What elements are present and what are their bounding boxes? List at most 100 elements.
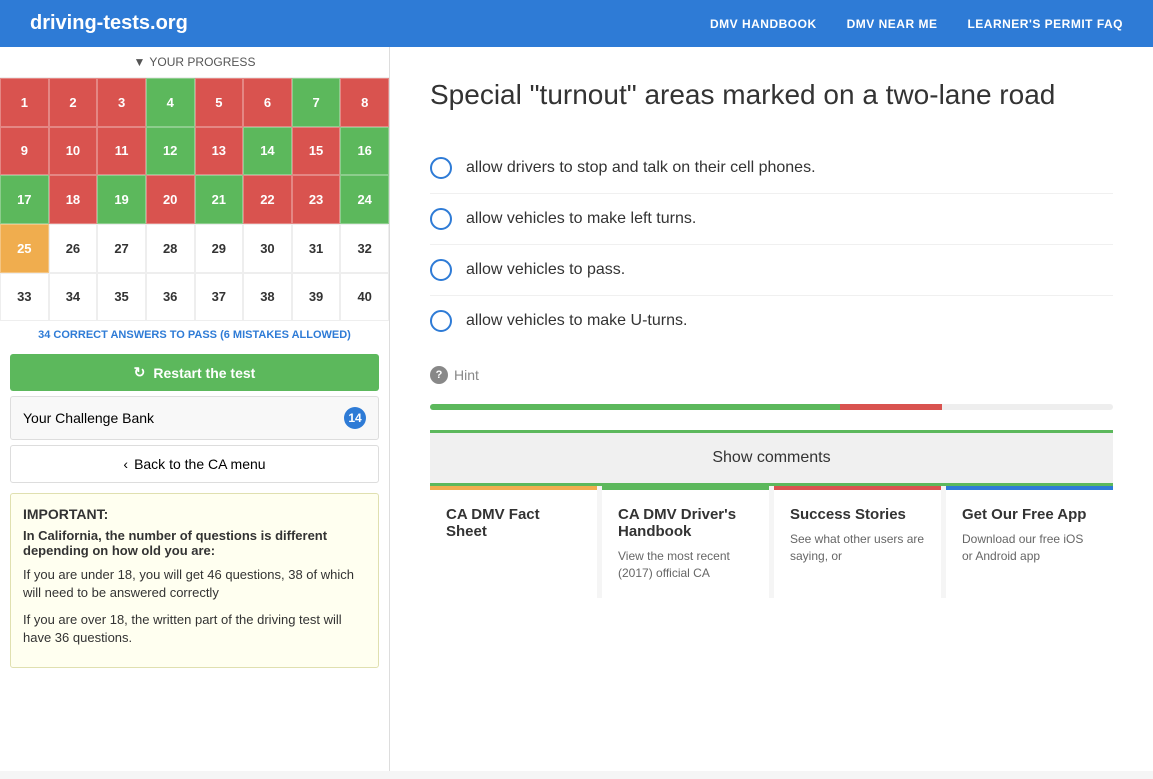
- radio-circle: [430, 259, 452, 281]
- back-menu-button[interactable]: ‹ Back to the CA menu: [10, 445, 379, 483]
- card-title: CA DMV Driver's Handbook: [618, 506, 753, 540]
- grid-cell[interactable]: 6: [243, 78, 292, 127]
- card-title: Get Our Free App: [962, 506, 1097, 523]
- card-text: Download our free iOS or Android app: [962, 531, 1097, 565]
- grid-cell[interactable]: 28: [146, 224, 195, 273]
- answer-options: allow drivers to stop and talk on their …: [430, 143, 1113, 346]
- grid-cell[interactable]: 23: [292, 175, 341, 224]
- progress-label: YOUR PROGRESS: [149, 55, 255, 69]
- progress-bar-green: [430, 404, 840, 410]
- grid-cell[interactable]: 24: [340, 175, 389, 224]
- answer-option-c[interactable]: allow vehicles to pass.: [430, 245, 1113, 296]
- grid-cell[interactable]: 38: [243, 273, 292, 322]
- question-grid: 1234567891011121314151617181920212223242…: [0, 78, 389, 321]
- grid-cell[interactable]: 12: [146, 127, 195, 176]
- chevron-left-icon: ‹: [123, 456, 128, 472]
- grid-cell[interactable]: 26: [49, 224, 98, 273]
- nav-dmv-handbook[interactable]: DMV HANDBOOK: [710, 17, 817, 31]
- grid-cell[interactable]: 8: [340, 78, 389, 127]
- restart-button[interactable]: ↻ Restart the test: [10, 354, 379, 391]
- grid-cell[interactable]: 31: [292, 224, 341, 273]
- progress-header: ▼ YOUR PROGRESS: [0, 47, 389, 78]
- progress-bar-red: [840, 404, 942, 410]
- important-para1: If you are under 18, you will get 46 que…: [23, 566, 366, 602]
- grid-cell[interactable]: 22: [243, 175, 292, 224]
- radio-circle: [430, 310, 452, 332]
- important-title: IMPORTANT:: [23, 506, 366, 522]
- question-title: Special "turnout" areas marked on a two-…: [430, 77, 1113, 113]
- main-container: ▼ YOUR PROGRESS 123456789101112131415161…: [0, 47, 1153, 771]
- grid-cell[interactable]: 19: [97, 175, 146, 224]
- bottom-card[interactable]: CA DMV Fact Sheet: [430, 486, 597, 598]
- grid-cell[interactable]: 18: [49, 175, 98, 224]
- bottom-card[interactable]: Success Stories See what other users are…: [774, 486, 941, 598]
- main-content: Special "turnout" areas marked on a two-…: [390, 47, 1153, 771]
- radio-circle: [430, 157, 452, 179]
- grid-cell[interactable]: 40: [340, 273, 389, 322]
- grid-cell[interactable]: 3: [97, 78, 146, 127]
- grid-cell[interactable]: 16: [340, 127, 389, 176]
- grid-cell[interactable]: 17: [0, 175, 49, 224]
- hint-row[interactable]: ? Hint: [430, 366, 1113, 384]
- nav-learners-permit-faq[interactable]: LEARNER'S PERMIT FAQ: [967, 17, 1123, 31]
- restart-label: Restart the test: [153, 365, 255, 381]
- hint-label: Hint: [454, 367, 479, 383]
- answer-option-b[interactable]: allow vehicles to make left turns.: [430, 194, 1113, 245]
- grid-cell[interactable]: 2: [49, 78, 98, 127]
- bottom-card[interactable]: CA DMV Driver's Handbook View the most r…: [602, 486, 769, 598]
- challenge-bank-badge: 14: [344, 407, 366, 429]
- card-text: See what other users are saying, or: [790, 531, 925, 565]
- sidebar: ▼ YOUR PROGRESS 123456789101112131415161…: [0, 47, 390, 771]
- progress-bar: [430, 404, 1113, 410]
- grid-cell[interactable]: 33: [0, 273, 49, 322]
- grid-cell[interactable]: 11: [97, 127, 146, 176]
- grid-cell[interactable]: 10: [49, 127, 98, 176]
- grid-cell[interactable]: 27: [97, 224, 146, 273]
- answer-text: allow drivers to stop and talk on their …: [466, 159, 816, 177]
- grid-cell[interactable]: 15: [292, 127, 341, 176]
- restart-icon: ↻: [134, 364, 146, 381]
- grid-cell[interactable]: 4: [146, 78, 195, 127]
- radio-circle: [430, 208, 452, 230]
- chevron-down-icon: ▼: [134, 55, 146, 69]
- answer-option-a[interactable]: allow drivers to stop and talk on their …: [430, 143, 1113, 194]
- hint-icon: ?: [430, 366, 448, 384]
- grid-cell[interactable]: 29: [195, 224, 244, 273]
- grid-cell[interactable]: 39: [292, 273, 341, 322]
- grid-cell[interactable]: 25: [0, 224, 49, 273]
- important-bold: In California, the number of questions i…: [23, 528, 366, 558]
- bottom-cards: CA DMV Fact Sheet CA DMV Driver's Handbo…: [430, 486, 1113, 598]
- back-menu-label: Back to the CA menu: [134, 456, 266, 472]
- show-comments-button[interactable]: Show comments: [430, 430, 1113, 486]
- answer-option-d[interactable]: allow vehicles to make U-turns.: [430, 296, 1113, 346]
- grid-cell[interactable]: 1: [0, 78, 49, 127]
- grid-cell[interactable]: 32: [340, 224, 389, 273]
- site-logo[interactable]: driving-tests.org: [30, 12, 188, 35]
- challenge-bank-button[interactable]: Your Challenge Bank 14: [10, 396, 379, 440]
- bottom-card[interactable]: Get Our Free App Download our free iOS o…: [946, 486, 1113, 598]
- card-title: Success Stories: [790, 506, 925, 523]
- answer-text: allow vehicles to pass.: [466, 261, 625, 279]
- grid-cell[interactable]: 37: [195, 273, 244, 322]
- card-text: View the most recent (2017) official CA: [618, 548, 753, 582]
- grid-cell[interactable]: 35: [97, 273, 146, 322]
- important-box: IMPORTANT: In California, the number of …: [10, 493, 379, 668]
- grid-cell[interactable]: 21: [195, 175, 244, 224]
- grid-cell[interactable]: 13: [195, 127, 244, 176]
- grid-cell[interactable]: 20: [146, 175, 195, 224]
- grid-cell[interactable]: 34: [49, 273, 98, 322]
- nav-dmv-near-me[interactable]: DMV NEAR ME: [847, 17, 938, 31]
- pass-info: 34 CORRECT ANSWERS TO PASS (6 MISTAKES A…: [0, 321, 389, 349]
- grid-cell[interactable]: 5: [195, 78, 244, 127]
- grid-cell[interactable]: 9: [0, 127, 49, 176]
- answer-text: allow vehicles to make left turns.: [466, 210, 696, 228]
- grid-cell[interactable]: 7: [292, 78, 341, 127]
- challenge-bank-label: Your Challenge Bank: [23, 410, 154, 426]
- grid-cell[interactable]: 14: [243, 127, 292, 176]
- grid-cell[interactable]: 30: [243, 224, 292, 273]
- card-title: CA DMV Fact Sheet: [446, 506, 581, 540]
- main-nav: DMV HANDBOOK DMV NEAR ME LEARNER'S PERMI…: [710, 17, 1123, 31]
- important-para2: If you are over 18, the written part of …: [23, 611, 366, 647]
- grid-cell[interactable]: 36: [146, 273, 195, 322]
- answer-text: allow vehicles to make U-turns.: [466, 312, 687, 330]
